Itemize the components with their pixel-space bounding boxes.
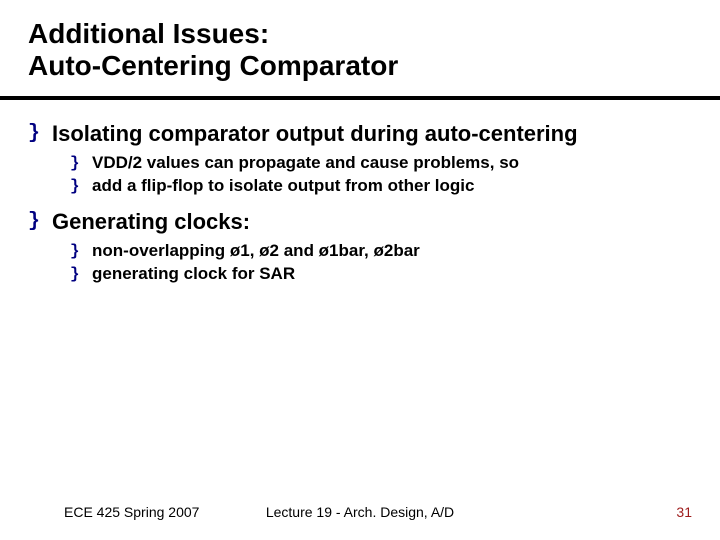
slide: Additional Issues: Auto-Centering Compar…	[0, 0, 720, 540]
bullet-glyph-icon: }	[28, 120, 52, 146]
title-block: Additional Issues: Auto-Centering Compar…	[0, 0, 720, 92]
title-line-1: Additional Issues:	[28, 18, 720, 50]
sub-bullet-text: generating clock for SAR	[92, 263, 295, 284]
footer-page-number: 31	[676, 504, 692, 520]
bullet-item: } Isolating comparator output during aut…	[28, 120, 692, 148]
bullet-text: Generating clocks:	[52, 208, 250, 236]
bullet-glyph-icon: }	[70, 175, 92, 196]
sub-bullet-item: } VDD/2 values can propagate and cause p…	[70, 152, 692, 173]
sub-bullet-text: add a flip-flop to isolate output from o…	[92, 175, 474, 196]
bullet-glyph-icon: }	[28, 208, 52, 234]
sub-bullet-text: VDD/2 values can propagate and cause pro…	[92, 152, 519, 173]
footer: ECE 425 Spring 2007 Lecture 19 - Arch. D…	[0, 504, 720, 520]
sub-bullet-item: } generating clock for SAR	[70, 263, 692, 284]
sub-bullet-item: } add a flip-flop to isolate output from…	[70, 175, 692, 196]
sub-list: } non-overlapping ø1, ø2 and ø1bar, ø2ba…	[70, 240, 692, 285]
bullet-glyph-icon: }	[70, 240, 92, 261]
sub-bullet-item: } non-overlapping ø1, ø2 and ø1bar, ø2ba…	[70, 240, 692, 261]
footer-center: Lecture 19 - Arch. Design, A/D	[266, 504, 454, 520]
sub-list: } VDD/2 values can propagate and cause p…	[70, 152, 692, 197]
title-line-2: Auto-Centering Comparator	[28, 50, 720, 82]
bullet-glyph-icon: }	[70, 152, 92, 173]
footer-left: ECE 425 Spring 2007	[64, 504, 199, 520]
bullet-text: Isolating comparator output during auto-…	[52, 120, 578, 148]
bullet-glyph-icon: }	[70, 263, 92, 284]
sub-bullet-text: non-overlapping ø1, ø2 and ø1bar, ø2bar	[92, 240, 420, 261]
bullet-item: } Generating clocks:	[28, 208, 692, 236]
content-area: } Isolating comparator output during aut…	[0, 100, 720, 284]
